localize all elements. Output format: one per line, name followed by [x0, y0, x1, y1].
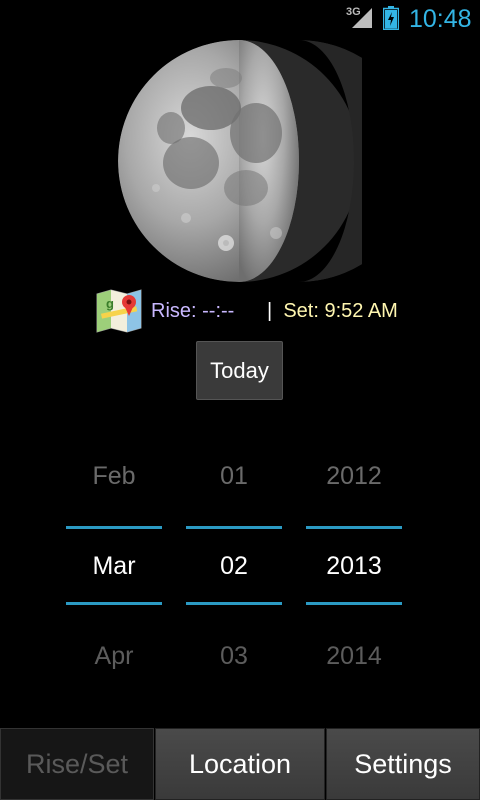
- year-divider-bottom: [306, 602, 402, 605]
- clock: 10:48: [409, 5, 472, 33]
- year-picker[interactable]: 2012 2013 2014: [306, 440, 402, 700]
- network-type-label: 3G: [346, 6, 361, 18]
- set-time-label: | Set: 9:52 AM: [267, 300, 398, 323]
- day-next[interactable]: 03: [186, 642, 282, 671]
- year-current[interactable]: 2013: [306, 552, 402, 581]
- battery-icon: [383, 6, 399, 30]
- month-current[interactable]: Mar: [66, 552, 162, 581]
- rise-time-label: Rise: --:--: [151, 300, 235, 322]
- year-prev[interactable]: 2012: [306, 462, 402, 491]
- day-prev[interactable]: 01: [186, 462, 282, 491]
- tab-rise-set[interactable]: Rise/Set: [0, 728, 154, 800]
- day-picker[interactable]: 01 02 03: [186, 440, 282, 700]
- set-time-value: Set: 9:52 AM: [283, 300, 398, 322]
- moon-phase-image: [118, 40, 362, 282]
- bottom-tab-bar: Rise/Set Location Settings: [0, 728, 480, 800]
- svg-text:g: g: [106, 296, 114, 311]
- month-picker[interactable]: Feb Mar Apr: [66, 440, 162, 700]
- day-divider-top: [186, 526, 282, 529]
- year-next[interactable]: 2014: [306, 642, 402, 671]
- today-button[interactable]: Today: [196, 341, 283, 400]
- month-divider-bottom: [66, 602, 162, 605]
- month-divider-top: [66, 526, 162, 529]
- day-divider-bottom: [186, 602, 282, 605]
- month-prev[interactable]: Feb: [66, 462, 162, 491]
- rise-set-row: g Rise: --:-- | Set: 9:52 AM: [95, 288, 415, 334]
- status-bar: 3G 10:48: [0, 0, 480, 38]
- year-divider-top: [306, 526, 402, 529]
- rise-set-separator: |: [267, 300, 273, 322]
- day-current[interactable]: 02: [186, 552, 282, 581]
- tab-settings[interactable]: Settings: [326, 728, 480, 800]
- maps-icon[interactable]: g: [95, 288, 143, 334]
- month-next[interactable]: Apr: [66, 642, 162, 671]
- tab-location[interactable]: Location: [155, 728, 325, 800]
